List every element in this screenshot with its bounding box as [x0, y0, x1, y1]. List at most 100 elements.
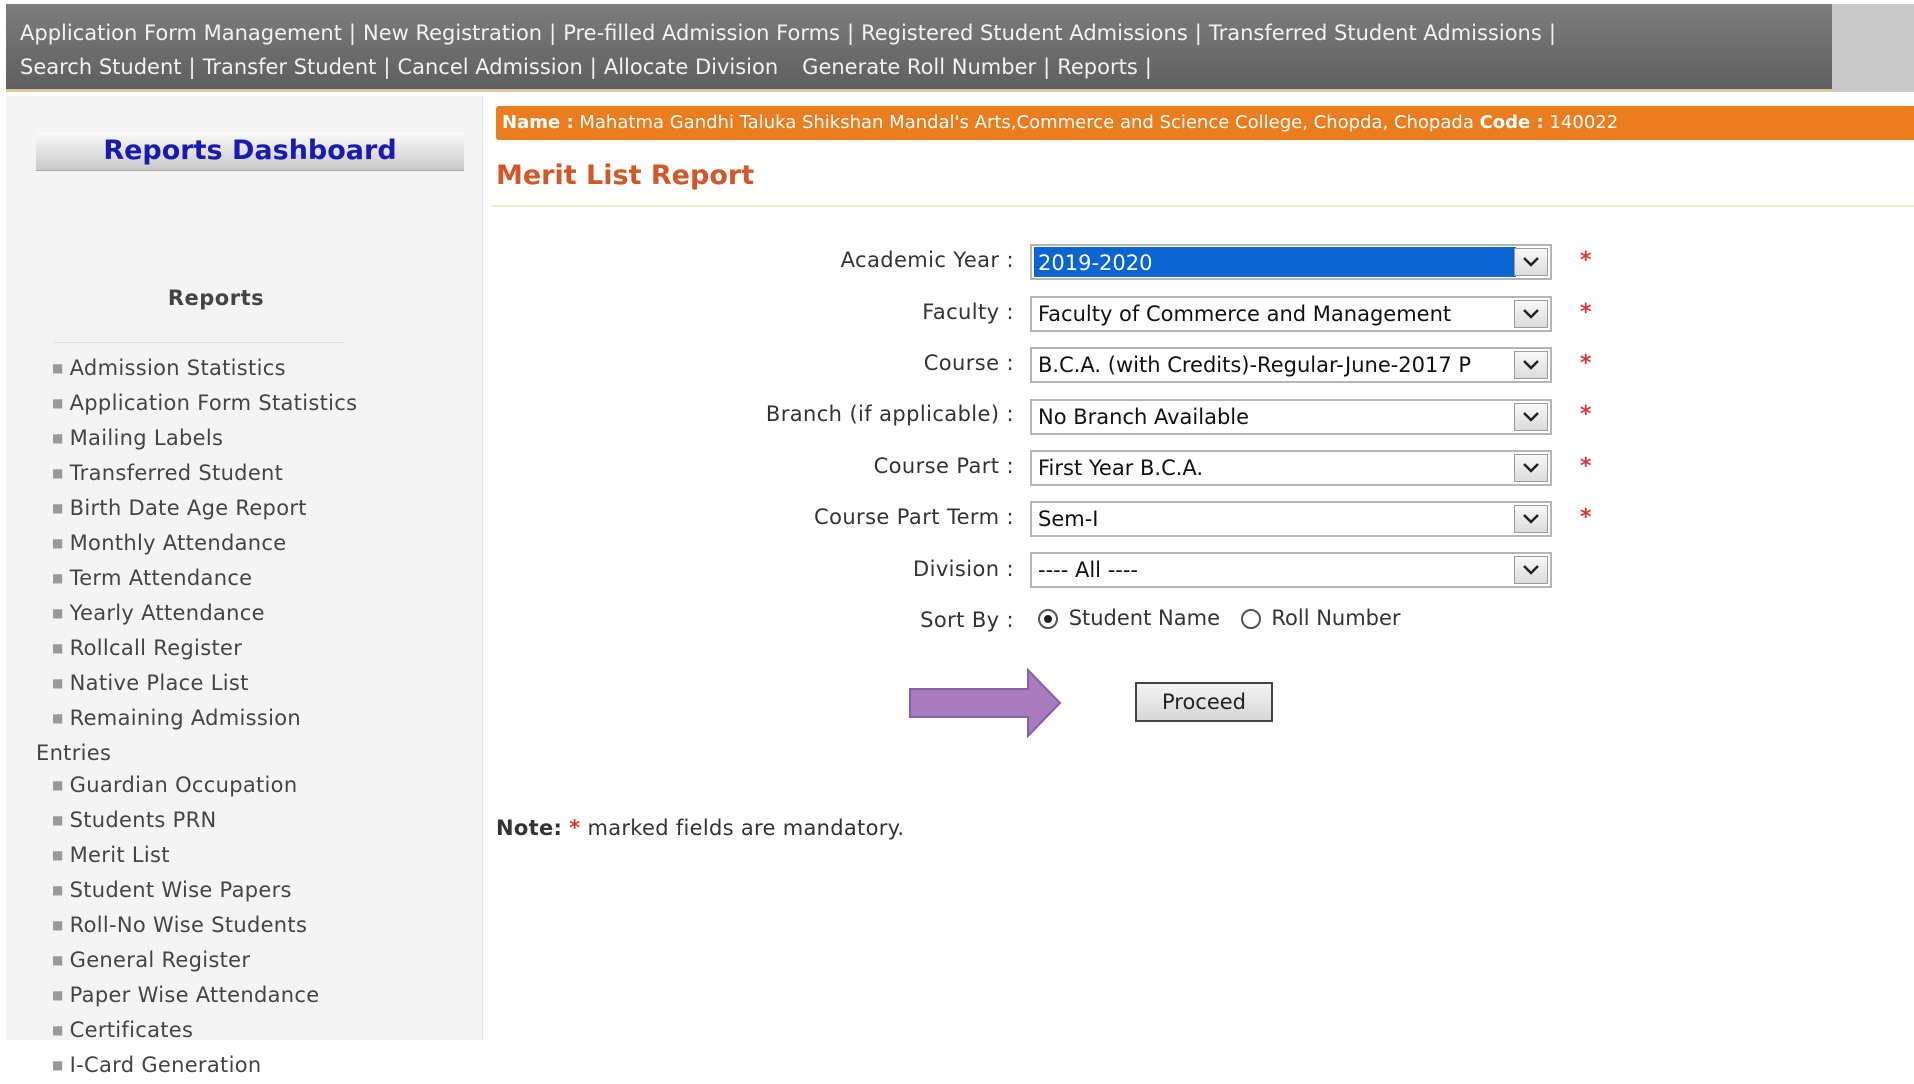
chevron-down-icon[interactable] — [1514, 403, 1548, 431]
radio-roll-number-label: Roll Number — [1271, 606, 1401, 630]
sidebar-item-native-place-list[interactable]: ■ Native Place List — [52, 667, 452, 702]
academic-year-label: Academic Year : — [840, 248, 1014, 272]
nav-reports[interactable]: Reports — [1057, 55, 1138, 79]
top-nav-row-2: Search Student | Transfer Student | Cancel A… — [20, 55, 1152, 79]
nav-generate-roll-number[interactable]: Generate Roll Number — [802, 55, 1036, 79]
college-name: Mahatma Gandhi Taluka Shikshan Mandal's … — [579, 112, 1474, 133]
academic-year-select[interactable]: 2019-2020 — [1030, 244, 1552, 280]
page-title: Merit List Report — [496, 160, 755, 191]
sidebar-item-mailing-labels[interactable]: ■ Mailing Labels — [52, 422, 452, 457]
bullet-icon: ■ — [52, 396, 64, 410]
note-text: marked fields are mandatory. — [587, 816, 905, 840]
branch-label: Branch (if applicable) : — [765, 402, 1014, 426]
bullet-icon: ■ — [52, 813, 64, 827]
right-arrow-icon — [909, 668, 1062, 738]
sort-by-label: Sort By : — [920, 608, 1014, 632]
mandatory-note: Note: * marked fields are mandatory. — [496, 816, 904, 840]
name-label: Name : — [502, 112, 574, 133]
nav-new-registration[interactable]: New Registration — [363, 21, 542, 45]
sidebar-item-remaining-admission-entries[interactable]: ■ Remaining Admission Entries — [36, 702, 452, 769]
bullet-icon: ■ — [52, 1058, 64, 1072]
sidebar-item-i-card-generation[interactable]: ■ I-Card Generation — [52, 1049, 452, 1084]
sidebar-item-term-attendance[interactable]: ■ Term Attendance — [52, 562, 452, 597]
required-marker: * — [1580, 351, 1592, 376]
course-part-term-select[interactable]: Sem-I — [1030, 501, 1552, 537]
branch-select[interactable]: No Branch Available — [1030, 399, 1552, 435]
nav-transfer-student[interactable]: Transfer Student — [203, 55, 377, 79]
chevron-down-icon[interactable] — [1514, 248, 1548, 276]
college-code: 140022 — [1549, 112, 1619, 133]
bullet-icon: ■ — [52, 606, 64, 620]
bullet-icon: ■ — [52, 953, 64, 967]
nav-allocate-division[interactable]: Allocate Division — [604, 55, 778, 79]
proceed-button[interactable]: Proceed — [1135, 682, 1273, 722]
required-marker: * — [1580, 300, 1592, 325]
reports-heading: Reports — [167, 286, 265, 310]
course-part-term-label: Course Part Term : — [814, 505, 1014, 529]
nav-search-student[interactable]: Search Student — [20, 55, 182, 79]
sidebar-item-student-wise-papers[interactable]: ■ Student Wise Papers — [52, 874, 452, 909]
bullet-icon: ■ — [52, 711, 64, 725]
nav-transferred-student-admissions[interactable]: Transferred Student Admissions — [1209, 21, 1542, 45]
required-marker: * — [1580, 505, 1592, 530]
bullet-icon: ■ — [52, 918, 64, 932]
radio-student-name-label: Student Name — [1068, 606, 1220, 630]
bullet-icon: ■ — [52, 988, 64, 1002]
course-part-select[interactable]: First Year B.C.A. — [1030, 450, 1552, 486]
college-info-bar: Name : Mahatma Gandhi Taluka Shikshan Ma… — [496, 106, 1914, 140]
bullet-icon: ■ — [52, 676, 64, 690]
divider — [54, 342, 344, 343]
nav-registered-student-admissions[interactable]: Registered Student Admissions — [861, 21, 1188, 45]
faculty-label: Faculty : — [922, 300, 1014, 324]
bullet-icon: ■ — [52, 361, 64, 375]
bullet-icon: ■ — [52, 883, 64, 897]
bullet-icon: ■ — [52, 778, 64, 792]
sidebar-item-rollcall-register[interactable]: ■ Rollcall Register — [52, 632, 452, 667]
chevron-down-icon[interactable] — [1514, 351, 1548, 379]
bullet-icon: ■ — [52, 641, 64, 655]
sidebar-item-merit-list[interactable]: ■ Merit List — [52, 839, 452, 874]
bullet-icon: ■ — [52, 431, 64, 445]
required-marker: * — [1580, 402, 1592, 427]
faculty-select[interactable]: Faculty of Commerce and Management — [1030, 296, 1552, 332]
code-label: Code : — [1479, 112, 1544, 133]
chevron-down-icon[interactable] — [1514, 505, 1548, 533]
top-navigation-bar: Application Form Management | New Registra… — [6, 4, 1832, 92]
sidebar-item-monthly-attendance[interactable]: ■ Monthly Attendance — [52, 527, 452, 562]
report-list: ■ Admission Statistics ■ Application Form … — [36, 352, 452, 1084]
sidebar-item-roll-no-wise-students[interactable]: ■ Roll-No Wise Students — [52, 909, 452, 944]
sidebar-item-birth-date-age-report[interactable]: ■ Birth Date Age Report — [52, 492, 452, 527]
sidebar-item-certificates[interactable]: ■ Certificates — [52, 1014, 452, 1049]
radio-student-name[interactable] — [1038, 609, 1058, 629]
sidebar-item-general-register[interactable]: ■ General Register — [52, 944, 452, 979]
chevron-down-icon[interactable] — [1514, 556, 1548, 584]
bullet-icon: ■ — [52, 848, 64, 862]
course-select[interactable]: B.C.A. (with Credits)-Regular-June-2017 … — [1030, 347, 1552, 383]
top-right-panel — [1832, 4, 1914, 92]
sidebar-item-admission-statistics[interactable]: ■ Admission Statistics — [52, 352, 452, 387]
nav-application-form-management[interactable]: Application Form Management — [20, 21, 342, 45]
required-marker: * — [569, 816, 581, 840]
nav-cancel-admission[interactable]: Cancel Admission — [397, 55, 582, 79]
radio-roll-number[interactable] — [1240, 609, 1261, 629]
chevron-down-icon[interactable] — [1514, 454, 1548, 482]
sidebar-item-paper-wise-attendance[interactable]: ■ Paper Wise Attendance — [52, 979, 452, 1014]
sidebar-item-application-form-statistics[interactable]: ■ Application Form Statistics — [52, 387, 452, 422]
division-select[interactable]: ---- All ---- — [1030, 552, 1552, 588]
sidebar-item-students-prn[interactable]: ■ Students PRN — [52, 804, 452, 839]
sidebar: Reports Dashboard Reports ■ Admission Sta… — [6, 96, 483, 1077]
nav-prefilled-admission-forms[interactable]: Pre-filled Admission Forms — [563, 21, 840, 45]
course-label: Course : — [923, 351, 1014, 375]
bullet-icon: ■ — [52, 536, 64, 550]
sidebar-item-guardian-occupation[interactable]: ■ Guardian Occupation — [52, 769, 452, 804]
chevron-down-icon[interactable] — [1514, 300, 1548, 328]
top-nav-row-1: Application Form Management | New Registra… — [20, 21, 1556, 45]
required-marker: * — [1580, 248, 1592, 273]
bullet-icon: ■ — [52, 466, 64, 480]
sidebar-item-yearly-attendance[interactable]: ■ Yearly Attendance — [52, 597, 452, 632]
sidebar-item-transferred-student[interactable]: ■ Transferred Student — [52, 457, 452, 492]
bullet-icon: ■ — [52, 501, 64, 515]
course-part-label: Course Part : — [873, 454, 1014, 478]
reports-dashboard-title: Reports Dashboard — [36, 132, 464, 171]
bullet-icon: ■ — [52, 1023, 64, 1037]
